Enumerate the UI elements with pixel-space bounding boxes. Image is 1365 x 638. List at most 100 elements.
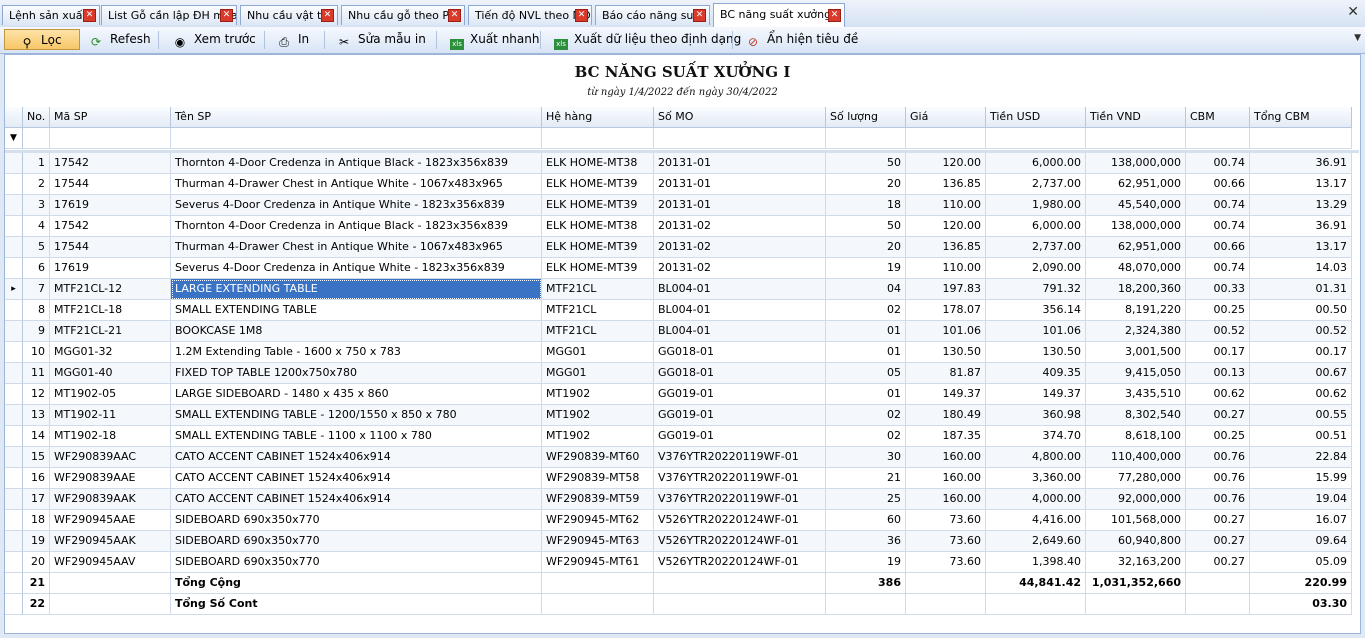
grid-cell: MT1902 [542, 426, 654, 447]
grid-cell: 00.27 [1186, 531, 1250, 552]
close-tab-icon[interactable]: ✕ [321, 9, 334, 22]
tab-4[interactable]: Nhu cầu gỗ theo PO ✕ [341, 5, 465, 25]
grid-cell: GG019-01 [654, 384, 826, 405]
grid-cell: 00.55 [1250, 405, 1352, 426]
grid-cell: 62,951,000 [1086, 174, 1186, 195]
grid-cell: 00.62 [1250, 384, 1352, 405]
table-row[interactable]: 10 MGG01-32 1.2M Extending Table - 1600 x … [5, 342, 1359, 363]
row-indicator: ▸ [5, 279, 23, 300]
table-row[interactable]: 5 17544 Thurman 4-Drawer Chest in Antique … [5, 237, 1359, 258]
quick-export-button[interactable]: xls Xuất nhanh [450, 29, 539, 50]
print-label: In [298, 32, 310, 46]
filter-cell[interactable] [1250, 128, 1352, 149]
tab-6[interactable]: Báo cáo năng suất ✕ [595, 5, 710, 25]
grid-cell: 3,435,510 [1086, 384, 1186, 405]
export-format-button[interactable]: xls Xuất dữ liệu theo định dạng [554, 29, 741, 50]
export-format-label: Xuất dữ liệu theo định dạng [574, 32, 742, 46]
total-row[interactable]: 21 Tổng Cộng 386 44,841.42 1,031,352,660 220.… [5, 573, 1359, 594]
eye-icon: ◉ [174, 35, 186, 49]
grid-cell: 62,951,000 [1086, 237, 1186, 258]
toggle-title-button[interactable]: ⊘ Ẩn hiện tiêu đề [745, 29, 858, 50]
preview-button[interactable]: ◉ Xem trước [172, 29, 256, 50]
toolbar-separator [264, 31, 265, 49]
grid-cell: 92,000,000 [1086, 489, 1186, 510]
grid-cell: 00.76 [1186, 468, 1250, 489]
grid-cell: 00.25 [1186, 300, 1250, 321]
filter-cell[interactable] [906, 128, 986, 149]
table-row[interactable]: 14 MT1902-18 SMALL EXTENDING TABLE - 1100 … [5, 426, 1359, 447]
table-row[interactable]: 2 17544 Thurman 4-Drawer Chest in Antique … [5, 174, 1359, 195]
filter-button[interactable]: ⚲ Lọc [4, 29, 80, 50]
filter-cell[interactable] [1186, 128, 1250, 149]
row-indicator [5, 552, 23, 573]
close-tab-icon[interactable]: ✕ [448, 9, 461, 22]
table-row[interactable]: 19 WF290945AAK SIDEBOARD 690x350x770 WF2909… [5, 531, 1359, 552]
tab-5[interactable]: Tiến độ NVL theo MO ✕ [468, 5, 592, 25]
grid-cell: 409.35 [986, 363, 1086, 384]
table-row[interactable]: ▸ 7 MTF21CL-12 LARGE EXTENDING TABLE MTF21CL… [5, 279, 1359, 300]
grid-cell: MTF21CL-18 [50, 300, 171, 321]
table-row[interactable]: 8 MTF21CL-18 SMALL EXTENDING TABLE MTF21CL B… [5, 300, 1359, 321]
edit-template-button[interactable]: ✂ Sửa mẫu in [336, 29, 426, 50]
close-tab-icon[interactable]: ✕ [220, 9, 233, 22]
grid-cell: 73.60 [906, 510, 986, 531]
close-tab-icon[interactable]: ✕ [575, 9, 588, 22]
grid-cell: SMALL EXTENDING TABLE - 1200/1550 x 850 … [171, 405, 542, 426]
table-row[interactable]: 20 WF290945AAV SIDEBOARD 690x350x770 WF2909… [5, 552, 1359, 573]
grid-cell: Severus 4-Door Credenza in Antique White… [171, 258, 542, 279]
total-cell [542, 573, 654, 594]
filter-cell[interactable] [986, 128, 1086, 149]
filter-cell[interactable] [542, 128, 654, 149]
grid-cell: SIDEBOARD 690x350x770 [171, 552, 542, 573]
grid-cell: 13.17 [1250, 174, 1352, 195]
grid-cell: 30 [826, 447, 906, 468]
total-row[interactable]: 22 Tổng Số Cont 03.30 [5, 594, 1359, 615]
grid-cell: 8 [23, 300, 50, 321]
table-row[interactable]: 9 MTF21CL-21 BOOKCASE 1M8 MTF21CL BL004-01 01… [5, 321, 1359, 342]
table-row[interactable]: 16 WF290839AAE CATO ACCENT CABINET 1524x40… [5, 468, 1359, 489]
grid-cell: WF290945-MT61 [542, 552, 654, 573]
table-row[interactable]: 17 WF290839AAK CATO ACCENT CABINET 1524x40… [5, 489, 1359, 510]
tab-3[interactable]: Nhu cầu vật tư ✕ [240, 5, 338, 25]
filter-cell[interactable] [1086, 128, 1186, 149]
row-indicator [5, 531, 23, 552]
table-row[interactable]: 6 17619 Severus 4-Door Credenza in Antique… [5, 258, 1359, 279]
close-all-tabs-icon[interactable]: ✕ [1347, 4, 1359, 20]
close-tab-icon[interactable]: ✕ [83, 9, 96, 22]
filter-cell[interactable] [171, 128, 542, 149]
table-row[interactable]: 12 MT1902-05 LARGE SIDEBOARD - 1480 x 435 … [5, 384, 1359, 405]
grid-cell: FIXED TOP TABLE 1200x750x780 [171, 363, 542, 384]
grid-cell: 00.74 [1186, 216, 1250, 237]
table-row[interactable]: 18 WF290945AAE SIDEBOARD 690x350x770 WF2909… [5, 510, 1359, 531]
grid-cell: 36.91 [1250, 216, 1352, 237]
grid-cell: BOOKCASE 1M8 [171, 321, 542, 342]
table-row[interactable]: 13 MT1902-11 SMALL EXTENDING TABLE - 1200/… [5, 405, 1359, 426]
toolbar-overflow-icon[interactable]: ▼ [1354, 33, 1361, 43]
grid-cell: 180.49 [906, 405, 986, 426]
table-row[interactable]: 3 17619 Severus 4-Door Credenza in Antique… [5, 195, 1359, 216]
row-indicator [5, 321, 23, 342]
close-tab-icon[interactable]: ✕ [828, 9, 841, 22]
table-row[interactable]: 1 17542 Thornton 4-Door Credenza in Antiqu… [5, 153, 1359, 174]
close-tab-icon[interactable]: ✕ [693, 9, 706, 22]
grid-cell: 02 [826, 405, 906, 426]
tab-1[interactable]: Lệnh sản xuất ✕ [2, 5, 100, 25]
filter-cell[interactable] [50, 128, 171, 149]
row-indicator [5, 384, 23, 405]
grid-cell: ELK HOME-MT39 [542, 237, 654, 258]
print-button[interactable]: ⎙ In [276, 29, 309, 50]
tab-7[interactable]: BC năng suất xưởng I ✕ [713, 3, 845, 27]
tab-2[interactable]: List Gỗ cần lập ĐH mua ✕ [101, 5, 237, 25]
grid-cell: GG019-01 [654, 426, 826, 447]
grid-cell: 09.64 [1250, 531, 1352, 552]
grid-cell: WF290839-MT59 [542, 489, 654, 510]
filter-cell[interactable] [654, 128, 826, 149]
grid-cell: 2,324,380 [1086, 321, 1186, 342]
filter-cell[interactable] [23, 128, 50, 149]
table-row[interactable]: 11 MGG01-40 FIXED TOP TABLE 1200x750x780 MG… [5, 363, 1359, 384]
grid-cell: 6,000.00 [986, 216, 1086, 237]
filter-cell[interactable] [826, 128, 906, 149]
refresh-button[interactable]: ⟳ Refesh [88, 29, 151, 50]
table-row[interactable]: 15 WF290839AAC CATO ACCENT CABINET 1524x40… [5, 447, 1359, 468]
table-row[interactable]: 4 17542 Thornton 4-Door Credenza in Antiqu… [5, 216, 1359, 237]
